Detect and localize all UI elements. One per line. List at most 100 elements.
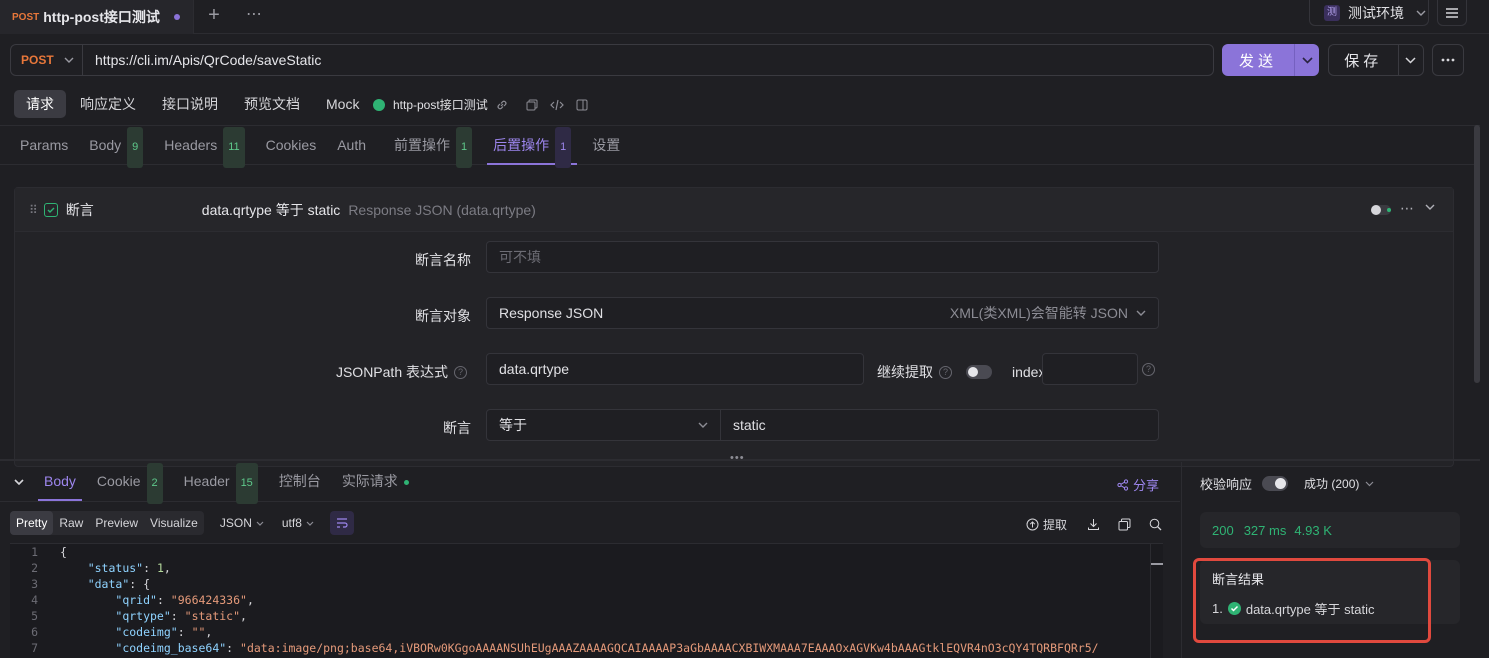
save-dropdown-chevron-icon[interactable]: [1397, 45, 1423, 75]
format-preview[interactable]: Preview: [89, 511, 144, 535]
index-label: index: [1012, 364, 1046, 380]
copy-icon[interactable]: [526, 99, 538, 111]
enabled-check-icon[interactable]: [43, 202, 58, 217]
subtab-mock[interactable]: Mock: [314, 90, 371, 118]
json-separator: :: [170, 609, 185, 623]
code-icon[interactable]: [549, 99, 564, 111]
jsonpath-input[interactable]: data.qrtype: [486, 353, 864, 385]
code-scrollbar[interactable]: [1150, 543, 1163, 658]
operator-select[interactable]: 等于: [486, 409, 721, 441]
format-pretty[interactable]: Pretty: [10, 511, 54, 535]
more-options-icon[interactable]: [1432, 44, 1464, 76]
encoding-select[interactable]: utf8: [276, 511, 320, 535]
tab-cookies[interactable]: Cookies: [260, 126, 323, 165]
save-button[interactable]: 保存: [1328, 44, 1424, 76]
hamburger-menu-icon[interactable]: [1437, 0, 1467, 26]
chevron-down-icon: [1416, 10, 1426, 16]
verify-response-toggle[interactable]: [1262, 476, 1289, 491]
url-input[interactable]: [83, 45, 1213, 75]
tab-headers[interactable]: Headers 11: [158, 126, 250, 168]
tab-actual-request[interactable]: 实际请求: [336, 462, 415, 501]
new-tab-plus-icon[interactable]: +: [205, 5, 223, 26]
status-select[interactable]: 成功 (200): [1304, 475, 1374, 492]
tab-response-header[interactable]: Header 15: [178, 462, 264, 504]
tab-response-cookie[interactable]: Cookie 2: [91, 462, 169, 504]
globe-icon: [373, 98, 385, 111]
assertion-summary: data.qrtype 等于 static: [201, 201, 341, 218]
json-value: "data:image/png;base64,iVBORw0KGgoAAAANS…: [240, 641, 1099, 655]
drag-handle-icon[interactable]: ⠿: [29, 203, 38, 217]
share-button[interactable]: 分享: [1117, 475, 1159, 494]
json-comma: ,: [205, 625, 213, 639]
collapse-chevron-icon[interactable]: [1425, 204, 1435, 210]
copy-icon[interactable]: [1118, 518, 1131, 531]
continue-extract-wrap: 继续提取 ? index: [877, 362, 1045, 382]
more-icon[interactable]: ⋯: [1400, 200, 1414, 217]
operator-value: 等于: [499, 417, 527, 433]
lang-select[interactable]: JSON: [214, 511, 270, 535]
tab-more-icon[interactable]: ⋯: [244, 6, 264, 26]
extract-label: 提取: [1043, 518, 1068, 532]
code-line: 7 "codeimg_base64": "data:image/png;base…: [10, 640, 1163, 656]
download-icon[interactable]: [1087, 518, 1100, 531]
help-icon[interactable]: ?: [454, 365, 467, 379]
subtab-api-description[interactable]: 接口说明: [150, 90, 230, 118]
verify-response-label: 校验响应: [1200, 477, 1253, 492]
help-icon[interactable]: ?: [939, 365, 952, 379]
json-comma: ,: [163, 561, 171, 575]
json-key: "qrtype": [115, 609, 171, 623]
assertion-name-input[interactable]: 可不填: [486, 241, 1159, 273]
environment-select[interactable]: 测 测试环境: [1309, 0, 1429, 26]
index-input[interactable]: [1042, 353, 1138, 385]
search-icon[interactable]: [1149, 518, 1162, 531]
share-icon: [1117, 478, 1129, 491]
send-button[interactable]: 发送: [1222, 44, 1319, 76]
word-wrap-icon[interactable]: [329, 511, 354, 535]
json-separator: :: [177, 625, 192, 639]
tab-response-body[interactable]: Body: [38, 462, 82, 501]
code-line: 6 "codeimg": "",: [10, 624, 1163, 640]
format-raw[interactable]: Raw: [53, 511, 89, 535]
verify-response-row: 校验响应 成功 (200): [1200, 474, 1374, 493]
line-number: 1: [31, 545, 38, 559]
tab-console[interactable]: 控制台: [273, 462, 327, 501]
tab-strip: [0, 0, 1489, 34]
scrollbar[interactable]: [1474, 125, 1480, 383]
collapse-chevron-icon[interactable]: [14, 478, 24, 485]
method-select[interactable]: POST: [11, 45, 83, 75]
tab-params[interactable]: Params: [14, 126, 74, 165]
send-dropdown-chevron-icon[interactable]: [1294, 44, 1319, 76]
assertion-target-select[interactable]: Response JSON XML(类XML)会智能转 JSON: [486, 297, 1159, 329]
help-icon[interactable]: ?: [1142, 363, 1155, 376]
format-visualize[interactable]: Visualize: [144, 511, 204, 535]
assertion-header[interactable]: ⠿ 断言 data.qrtype 等于 static Response JSON…: [15, 188, 1453, 232]
response-code-editor[interactable]: 1{2 "status": 1, 3 "data": {4 "qrid": "96…: [10, 543, 1163, 658]
subtab-preview-doc[interactable]: 预览文档: [232, 90, 312, 118]
request-tab[interactable]: POST http-post接口测试: [0, 0, 194, 34]
link-icon[interactable]: [496, 99, 508, 111]
chevron-down-icon: [1136, 310, 1146, 316]
environment-icon: 测: [1324, 4, 1340, 21]
tab-body[interactable]: Body 9: [83, 126, 149, 168]
send-label: 发送: [1238, 52, 1277, 70]
chevron-down-icon: [1365, 481, 1374, 486]
doc-name: http-post接口测试: [393, 98, 488, 112]
extract-icon: [1026, 518, 1039, 531]
tab-post-processors[interactable]: 后置操作 1: [487, 126, 578, 168]
expected-value-input[interactable]: static: [720, 409, 1159, 441]
subtab-response-definition[interactable]: 响应定义: [68, 90, 148, 118]
assert-operator-label: 断言: [443, 420, 471, 436]
tab-auth[interactable]: Auth: [331, 126, 372, 165]
continue-extract-toggle[interactable]: [966, 365, 992, 379]
tab-settings[interactable]: 设置: [586, 126, 626, 165]
subtab-request[interactable]: 请求: [14, 90, 66, 118]
assertion-enable-toggle[interactable]: [1371, 205, 1391, 215]
extract-button[interactable]: 提取: [1026, 516, 1162, 533]
tab-pre-processors[interactable]: 前置操作 1: [388, 126, 478, 168]
panel-layout-icon[interactable]: [576, 99, 588, 111]
line-number: 6: [31, 625, 38, 639]
status-code: 200: [1212, 522, 1234, 538]
share-label: 分享: [1133, 478, 1160, 493]
